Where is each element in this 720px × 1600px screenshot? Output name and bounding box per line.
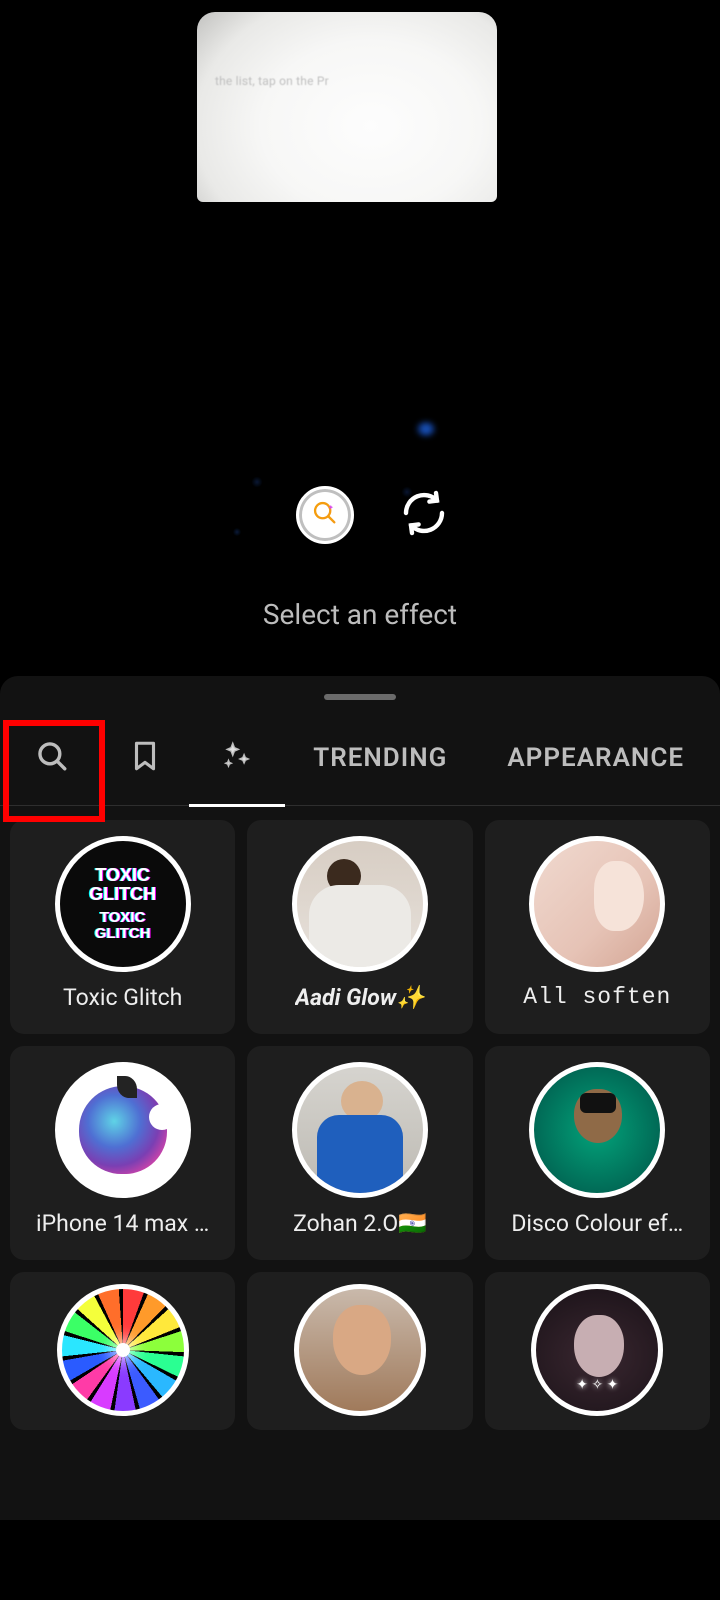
effect-card-woman[interactable] bbox=[247, 1272, 472, 1430]
camera-preview[interactable]: the list, tap on the Pr bbox=[197, 12, 497, 582]
effect-card-iphone-14-max[interactable]: iPhone 14 max … bbox=[10, 1046, 235, 1260]
switch-camera-button[interactable] bbox=[398, 489, 450, 541]
effect-label: Toxic Glitch bbox=[63, 984, 182, 1011]
effects-tabs: TRENDING APPEARANCE bbox=[0, 710, 720, 806]
sheet-drag-handle[interactable] bbox=[324, 694, 396, 700]
effect-search-capture-button[interactable] bbox=[296, 486, 354, 544]
thumb-text: TOXIC bbox=[100, 910, 146, 926]
nav-back-button[interactable] bbox=[585, 1545, 615, 1575]
effect-card-disco-colour[interactable]: Disco Colour ef… bbox=[485, 1046, 710, 1260]
apple-logo-icon bbox=[79, 1086, 167, 1174]
bookmark-icon bbox=[128, 739, 162, 777]
effect-thumb bbox=[292, 1062, 428, 1198]
annotation-highlight-box bbox=[3, 720, 105, 822]
featured-tab-button[interactable] bbox=[191, 710, 283, 806]
nav-recent-apps-button[interactable] bbox=[105, 1545, 135, 1575]
effect-label: All soften bbox=[523, 984, 671, 1010]
search-sparkle-icon bbox=[311, 499, 339, 531]
effect-card-rainbow-rays[interactable] bbox=[10, 1272, 235, 1430]
switch-camera-icon bbox=[400, 489, 448, 541]
thumb-text: GLITCH bbox=[89, 885, 156, 904]
camera-light-area bbox=[197, 12, 497, 202]
effect-card-toxic-glitch[interactable]: TOXIC GLITCH TOXIC GLITCH Toxic Glitch bbox=[10, 820, 235, 1034]
effect-thumb bbox=[531, 1284, 663, 1416]
effect-label: iPhone 14 max … bbox=[36, 1210, 209, 1237]
effects-bottom-sheet: TRENDING APPEARANCE TOXIC GLITCH TOXIC G… bbox=[0, 676, 720, 1600]
effect-thumb bbox=[55, 1062, 191, 1198]
effect-card-sparkle-portrait[interactable] bbox=[485, 1272, 710, 1430]
effect-thumb bbox=[294, 1284, 426, 1416]
camera-blue-dot bbox=[417, 422, 435, 436]
sparkles-icon bbox=[220, 739, 254, 777]
camera-faint-text: the list, tap on the Pr bbox=[215, 74, 329, 88]
tab-appearance[interactable]: APPEARANCE bbox=[477, 710, 714, 806]
effect-thumb bbox=[529, 1062, 665, 1198]
effect-card-zohan[interactable]: Zohan 2.O🇮🇳 bbox=[247, 1046, 472, 1260]
capture-row bbox=[197, 486, 497, 544]
thumb-text: TOXIC bbox=[95, 866, 150, 885]
effect-card-aadi-glow[interactable]: Aadi Glow✨ bbox=[247, 820, 472, 1034]
effect-thumb bbox=[57, 1284, 189, 1416]
effect-card-all-soften[interactable]: All soften bbox=[485, 820, 710, 1034]
android-nav-bar bbox=[0, 1520, 720, 1600]
effect-label: Aadi Glow✨ bbox=[295, 984, 425, 1011]
tab-trending[interactable]: TRENDING bbox=[283, 710, 477, 806]
nav-home-button[interactable] bbox=[345, 1545, 375, 1575]
effect-thumb bbox=[292, 836, 428, 972]
select-effect-prompt: Select an effect bbox=[0, 598, 720, 631]
effects-grid: TOXIC GLITCH TOXIC GLITCH Toxic Glitch A… bbox=[0, 806, 720, 1444]
thumb-text: GLITCH bbox=[95, 926, 151, 942]
effect-thumb bbox=[529, 836, 665, 972]
saved-tab-button[interactable] bbox=[98, 710, 190, 806]
effect-label: Disco Colour ef… bbox=[511, 1210, 683, 1237]
effect-thumb: TOXIC GLITCH TOXIC GLITCH bbox=[55, 836, 191, 972]
effect-label: Zohan 2.O🇮🇳 bbox=[293, 1210, 427, 1237]
